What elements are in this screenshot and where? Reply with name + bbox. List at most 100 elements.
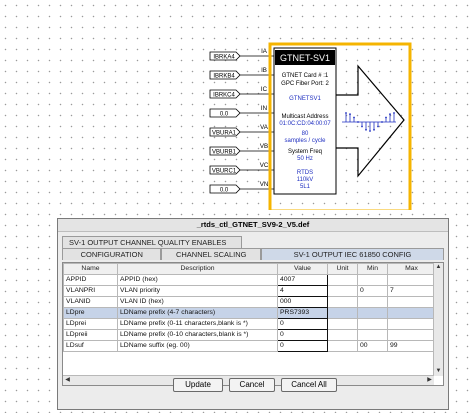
pin-label: VB bbox=[260, 143, 268, 150]
block-info-line: GTNETSV1 bbox=[289, 96, 321, 102]
block-info-line: System Freq bbox=[288, 149, 322, 155]
scroll-down-icon[interactable]: ▼ bbox=[434, 367, 443, 376]
cell-min: 00 bbox=[357, 340, 388, 352]
block-title: GTNET-SV1 bbox=[280, 53, 330, 63]
cell-value[interactable]: 000 bbox=[277, 296, 328, 308]
input-signal-6[interactable]: VBURB1 VB bbox=[209, 143, 274, 156]
table-row[interactable]: LDsuf LDName suffix (eg. 00) 0 00 99 bbox=[63, 340, 436, 352]
settings-dialog: _rtds_ctl_GTNET_SV9-2_V5.def SV-1 OUTPUT… bbox=[57, 218, 449, 410]
cell-name: VLANPRI bbox=[63, 285, 118, 297]
cell-name: LDprei bbox=[63, 318, 118, 330]
cell-unit bbox=[327, 285, 358, 297]
cell-name: LDsuf bbox=[63, 340, 118, 352]
block-info-line: GTNET Card # :1 bbox=[282, 73, 329, 79]
input-signal-3[interactable]: IBRKC4 IC bbox=[209, 86, 274, 99]
block-info-line: GPC Fiber Port: 2 bbox=[281, 81, 329, 87]
cell-name: LDpre bbox=[63, 307, 118, 319]
cell-name: LDpreii bbox=[63, 329, 118, 341]
input-signal-label: IBRKB4 bbox=[213, 73, 235, 79]
scroll-up-icon[interactable]: ▲ bbox=[434, 263, 443, 272]
cell-max bbox=[387, 307, 436, 319]
cancel-all-button[interactable]: Cancel All bbox=[281, 378, 337, 392]
table-row[interactable]: VLANPRI VLAN priority 4 0 7 bbox=[63, 285, 436, 297]
tab-channel-quality-enables[interactable]: SV-1 OUTPUT CHANNEL QUALITY ENABLES bbox=[62, 236, 242, 248]
cell-unit bbox=[327, 329, 358, 341]
pin-label: IN bbox=[261, 105, 267, 112]
parameter-table-area: Name Description Value Unit Min Max APPI… bbox=[62, 262, 444, 386]
input-signal-4[interactable]: 0.0 IN bbox=[209, 105, 274, 118]
cell-max bbox=[387, 274, 436, 286]
dialog-title: _rtds_ctl_GTNET_SV9-2_V5.def bbox=[58, 219, 448, 232]
tab-configuration[interactable]: CONFIGURATION bbox=[62, 248, 162, 260]
table-row[interactable]: VLANID VLAN ID (hex) 000 bbox=[63, 296, 436, 308]
input-signal-label: IBRKA4 bbox=[213, 54, 235, 60]
input-signal-5[interactable]: VBURA1 VA bbox=[209, 124, 274, 137]
update-button[interactable]: Update bbox=[173, 378, 223, 392]
input-signal-label: IBRKC4 bbox=[213, 92, 235, 98]
cell-description: LDName prefix (4-7 characters) bbox=[117, 307, 278, 319]
cell-value[interactable]: 0 bbox=[277, 340, 328, 352]
input-signal-2[interactable]: IBRKB4 IB bbox=[209, 67, 274, 80]
pin-label: VA bbox=[260, 124, 269, 131]
table-row[interactable]: APPID APPID (hex) 4007 bbox=[63, 274, 436, 286]
block-info-line: 80 bbox=[302, 131, 309, 137]
cell-min bbox=[357, 329, 388, 341]
cell-description: VLAN ID (hex) bbox=[117, 296, 278, 308]
block-info-line: RTDS bbox=[297, 170, 313, 176]
cell-value[interactable]: 4007 bbox=[277, 274, 328, 286]
tab-row-2: CONFIGURATION CHANNEL SCALING SV-1 OUTPU… bbox=[62, 248, 444, 260]
col-name-header[interactable]: Name bbox=[63, 263, 118, 275]
block-info-line: 50 Hz bbox=[297, 156, 313, 162]
input-signal-7[interactable]: VBURC1 VC bbox=[209, 162, 274, 175]
cell-max: 99 bbox=[387, 340, 436, 352]
schematic-canvas: IBRKA4IAIBRKB4IBIBRKC4IC0.0INVBURA1VAVBU… bbox=[209, 42, 412, 210]
table-row[interactable]: LDpre LDName prefix (4-7 characters) PRS73… bbox=[63, 307, 436, 319]
parameter-table: Name Description Value Unit Min Max APPI… bbox=[63, 263, 436, 352]
scroll-right-icon[interactable]: ▶ bbox=[425, 376, 434, 385]
cancel-button[interactable]: Cancel bbox=[229, 378, 275, 392]
cell-unit bbox=[327, 307, 358, 319]
col-min-header[interactable]: Min bbox=[357, 263, 388, 275]
cell-value[interactable]: PRS7393 bbox=[277, 307, 328, 319]
input-signal-label: 0.0 bbox=[220, 187, 229, 193]
scroll-left-icon[interactable]: ◀ bbox=[63, 376, 72, 385]
cell-min bbox=[357, 296, 388, 308]
cell-value[interactable]: 0 bbox=[277, 329, 328, 341]
cell-min bbox=[357, 318, 388, 330]
table-row[interactable]: LDprei LDName prefix (0-11 characters,bla… bbox=[63, 318, 436, 330]
cell-min bbox=[357, 274, 388, 286]
pin-label: VN bbox=[260, 181, 269, 188]
input-signal-label: 0.0 bbox=[220, 111, 229, 117]
block-info-line: 01:0C:CD:04:00:07 bbox=[279, 121, 331, 127]
tab-iec61850-config[interactable]: SV-1 OUTPUT IEC 61850 CONFIG bbox=[260, 248, 444, 260]
block-info-line: Multicast Address bbox=[281, 114, 328, 120]
pin-label: IA bbox=[261, 48, 268, 55]
col-unit-header[interactable]: Unit bbox=[327, 263, 358, 275]
block-info-line: samples / cycle bbox=[284, 138, 326, 144]
tab-row-1: SV-1 OUTPUT CHANNEL QUALITY ENABLES bbox=[62, 236, 444, 248]
cell-value[interactable]: 0 bbox=[277, 318, 328, 330]
col-max-header[interactable]: Max bbox=[387, 263, 436, 275]
cell-max bbox=[387, 329, 436, 341]
cell-value[interactable]: 4 bbox=[277, 285, 328, 297]
cell-max bbox=[387, 296, 436, 308]
cell-min bbox=[357, 307, 388, 319]
input-signal-label: VBURC1 bbox=[212, 168, 237, 174]
cell-unit bbox=[327, 318, 358, 330]
col-description-header[interactable]: Description bbox=[117, 263, 278, 275]
cell-description: LDName prefix (0-11 characters,blank is … bbox=[117, 318, 278, 330]
block-info-line: 110kV bbox=[297, 177, 314, 183]
col-value-header[interactable]: Value bbox=[277, 263, 328, 275]
vertical-scrollbar[interactable]: ▲ ▼ bbox=[433, 263, 443, 376]
table-row[interactable]: LDpreii LDName prefix (0-10 characters,bl… bbox=[63, 329, 436, 341]
input-signal-1[interactable]: IBRKA4 IA bbox=[209, 48, 274, 61]
cell-min: 0 bbox=[357, 285, 388, 297]
input-signal-label: VBURA1 bbox=[212, 130, 237, 136]
cell-name: VLANID bbox=[63, 296, 118, 308]
input-signal-8[interactable]: 0.0 VN bbox=[209, 181, 274, 194]
tab-channel-scaling[interactable]: CHANNEL SCALING bbox=[161, 248, 261, 260]
cell-max: 7 bbox=[387, 285, 436, 297]
cell-unit bbox=[327, 274, 358, 286]
input-signal-label: VBURB1 bbox=[212, 149, 237, 155]
pin-label: IC bbox=[261, 86, 268, 93]
